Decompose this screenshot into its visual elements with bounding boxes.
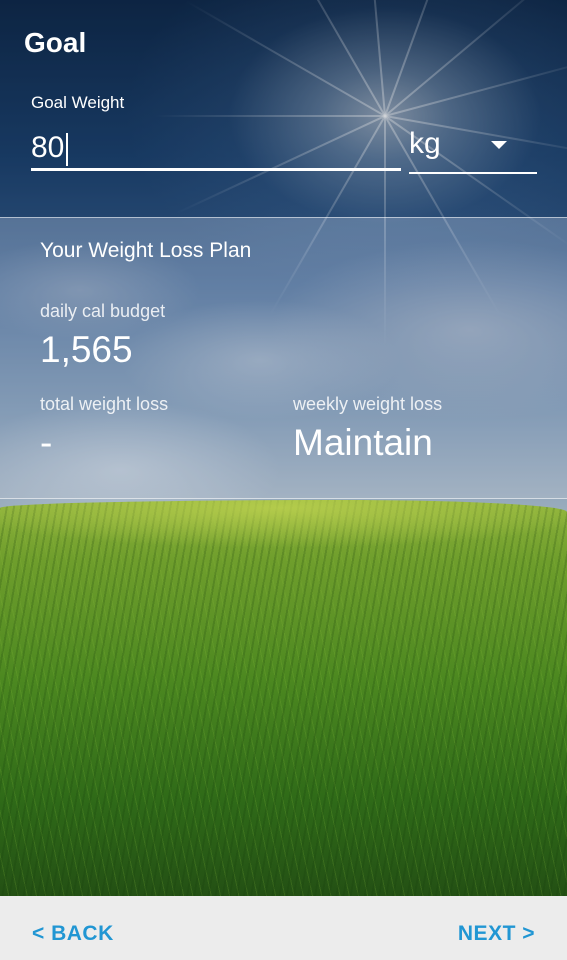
goal-section: Goal Goal Weight kg [0,0,567,217]
goal-screen: Goal Goal Weight kg Your Weight Loss Pla… [0,0,567,960]
weekly-weight-loss-value: Maintain [293,422,433,463]
plan-title: Your Weight Loss Plan [40,239,252,262]
daily-cal-budget-value: 1,565 [40,329,133,370]
page-title: Goal [24,27,87,58]
grass-background [0,500,567,900]
chevron-down-icon [491,141,507,149]
total-weight-loss-label: total weight loss [40,394,169,414]
goal-weight-input[interactable] [31,128,401,171]
weight-loss-plan-card: Your Weight Loss Plan daily cal budget 1… [0,217,567,499]
unit-dropdown-value: kg [409,127,441,160]
unit-dropdown[interactable]: kg [409,124,537,174]
goal-weight-label: Goal Weight [31,93,125,112]
next-button[interactable]: NEXT > [458,922,535,946]
total-weight-loss-value: - [40,422,53,463]
back-button[interactable]: < BACK [32,922,114,946]
weekly-weight-loss-label: weekly weight loss [293,394,443,414]
bottom-navigation-bar: < BACK NEXT > [0,896,567,960]
text-cursor [66,133,68,166]
daily-cal-budget-label: daily cal budget [40,301,166,321]
